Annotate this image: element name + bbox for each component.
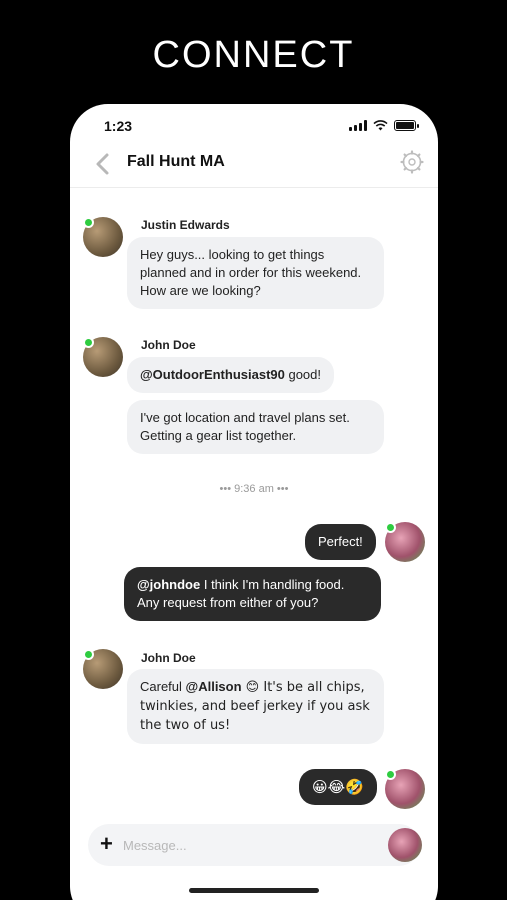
signal-icon [349, 120, 367, 131]
outgoing-bubble: Perfect! [305, 524, 376, 560]
message-bubble: @OutdoorEnthusiast90 good! [127, 357, 335, 393]
add-attachment-button[interactable]: + [100, 833, 113, 855]
back-icon[interactable] [92, 150, 116, 178]
online-indicator [385, 769, 396, 780]
sender-name: John Doe [141, 338, 196, 352]
status-bar: 1:23 [70, 117, 438, 137]
message-text: 😀😂🤣 [312, 778, 364, 796]
page-title: Fall Hunt MA [127, 153, 225, 170]
status-icons [349, 120, 419, 131]
phone-frame: 1:23 Fall Hunt MA Justin Edwards Hey guy… [70, 104, 438, 900]
outgoing-bubble: 😀😂🤣 [299, 769, 377, 805]
message-bubble: Careful @Allison 😊 It's be all chips, tw… [127, 669, 384, 744]
home-indicator [189, 888, 319, 893]
mention[interactable]: @johndoe [137, 577, 200, 592]
online-indicator [385, 522, 396, 533]
sender-name: Justin Edwards [141, 218, 230, 232]
mention[interactable]: @OutdoorEnthusiast90 [140, 367, 285, 382]
nav-bar: Fall Hunt MA [70, 144, 438, 188]
message-text: Hey guys... looking to get things planne… [140, 247, 362, 298]
message-text: I've got location and travel plans set. … [140, 410, 350, 443]
status-time: 1:23 [104, 118, 133, 134]
message-bubble: Hey guys... looking to get things planne… [127, 237, 384, 309]
outgoing-bubble: @johndoe I think I'm handling food. Any … [124, 567, 381, 621]
timestamp: ••• 9:36 am ••• [219, 483, 289, 495]
settings-icon[interactable] [400, 150, 424, 174]
message-prefix: Careful [140, 679, 186, 694]
sender-name: John Doe [141, 651, 196, 665]
online-indicator [83, 649, 94, 660]
headline: CONNECT [152, 34, 355, 76]
online-indicator [83, 337, 94, 348]
battery-icon [394, 120, 419, 131]
message-composer: + [88, 824, 420, 866]
online-indicator [83, 217, 94, 228]
mention[interactable]: @Allison [186, 679, 242, 694]
message-text: Perfect! [318, 534, 363, 549]
message-text: good! [284, 367, 322, 382]
message-bubble: I've got location and travel plans set. … [127, 400, 384, 454]
avatar-self[interactable] [388, 828, 422, 862]
message-input[interactable] [123, 833, 373, 857]
wifi-icon [373, 120, 388, 131]
